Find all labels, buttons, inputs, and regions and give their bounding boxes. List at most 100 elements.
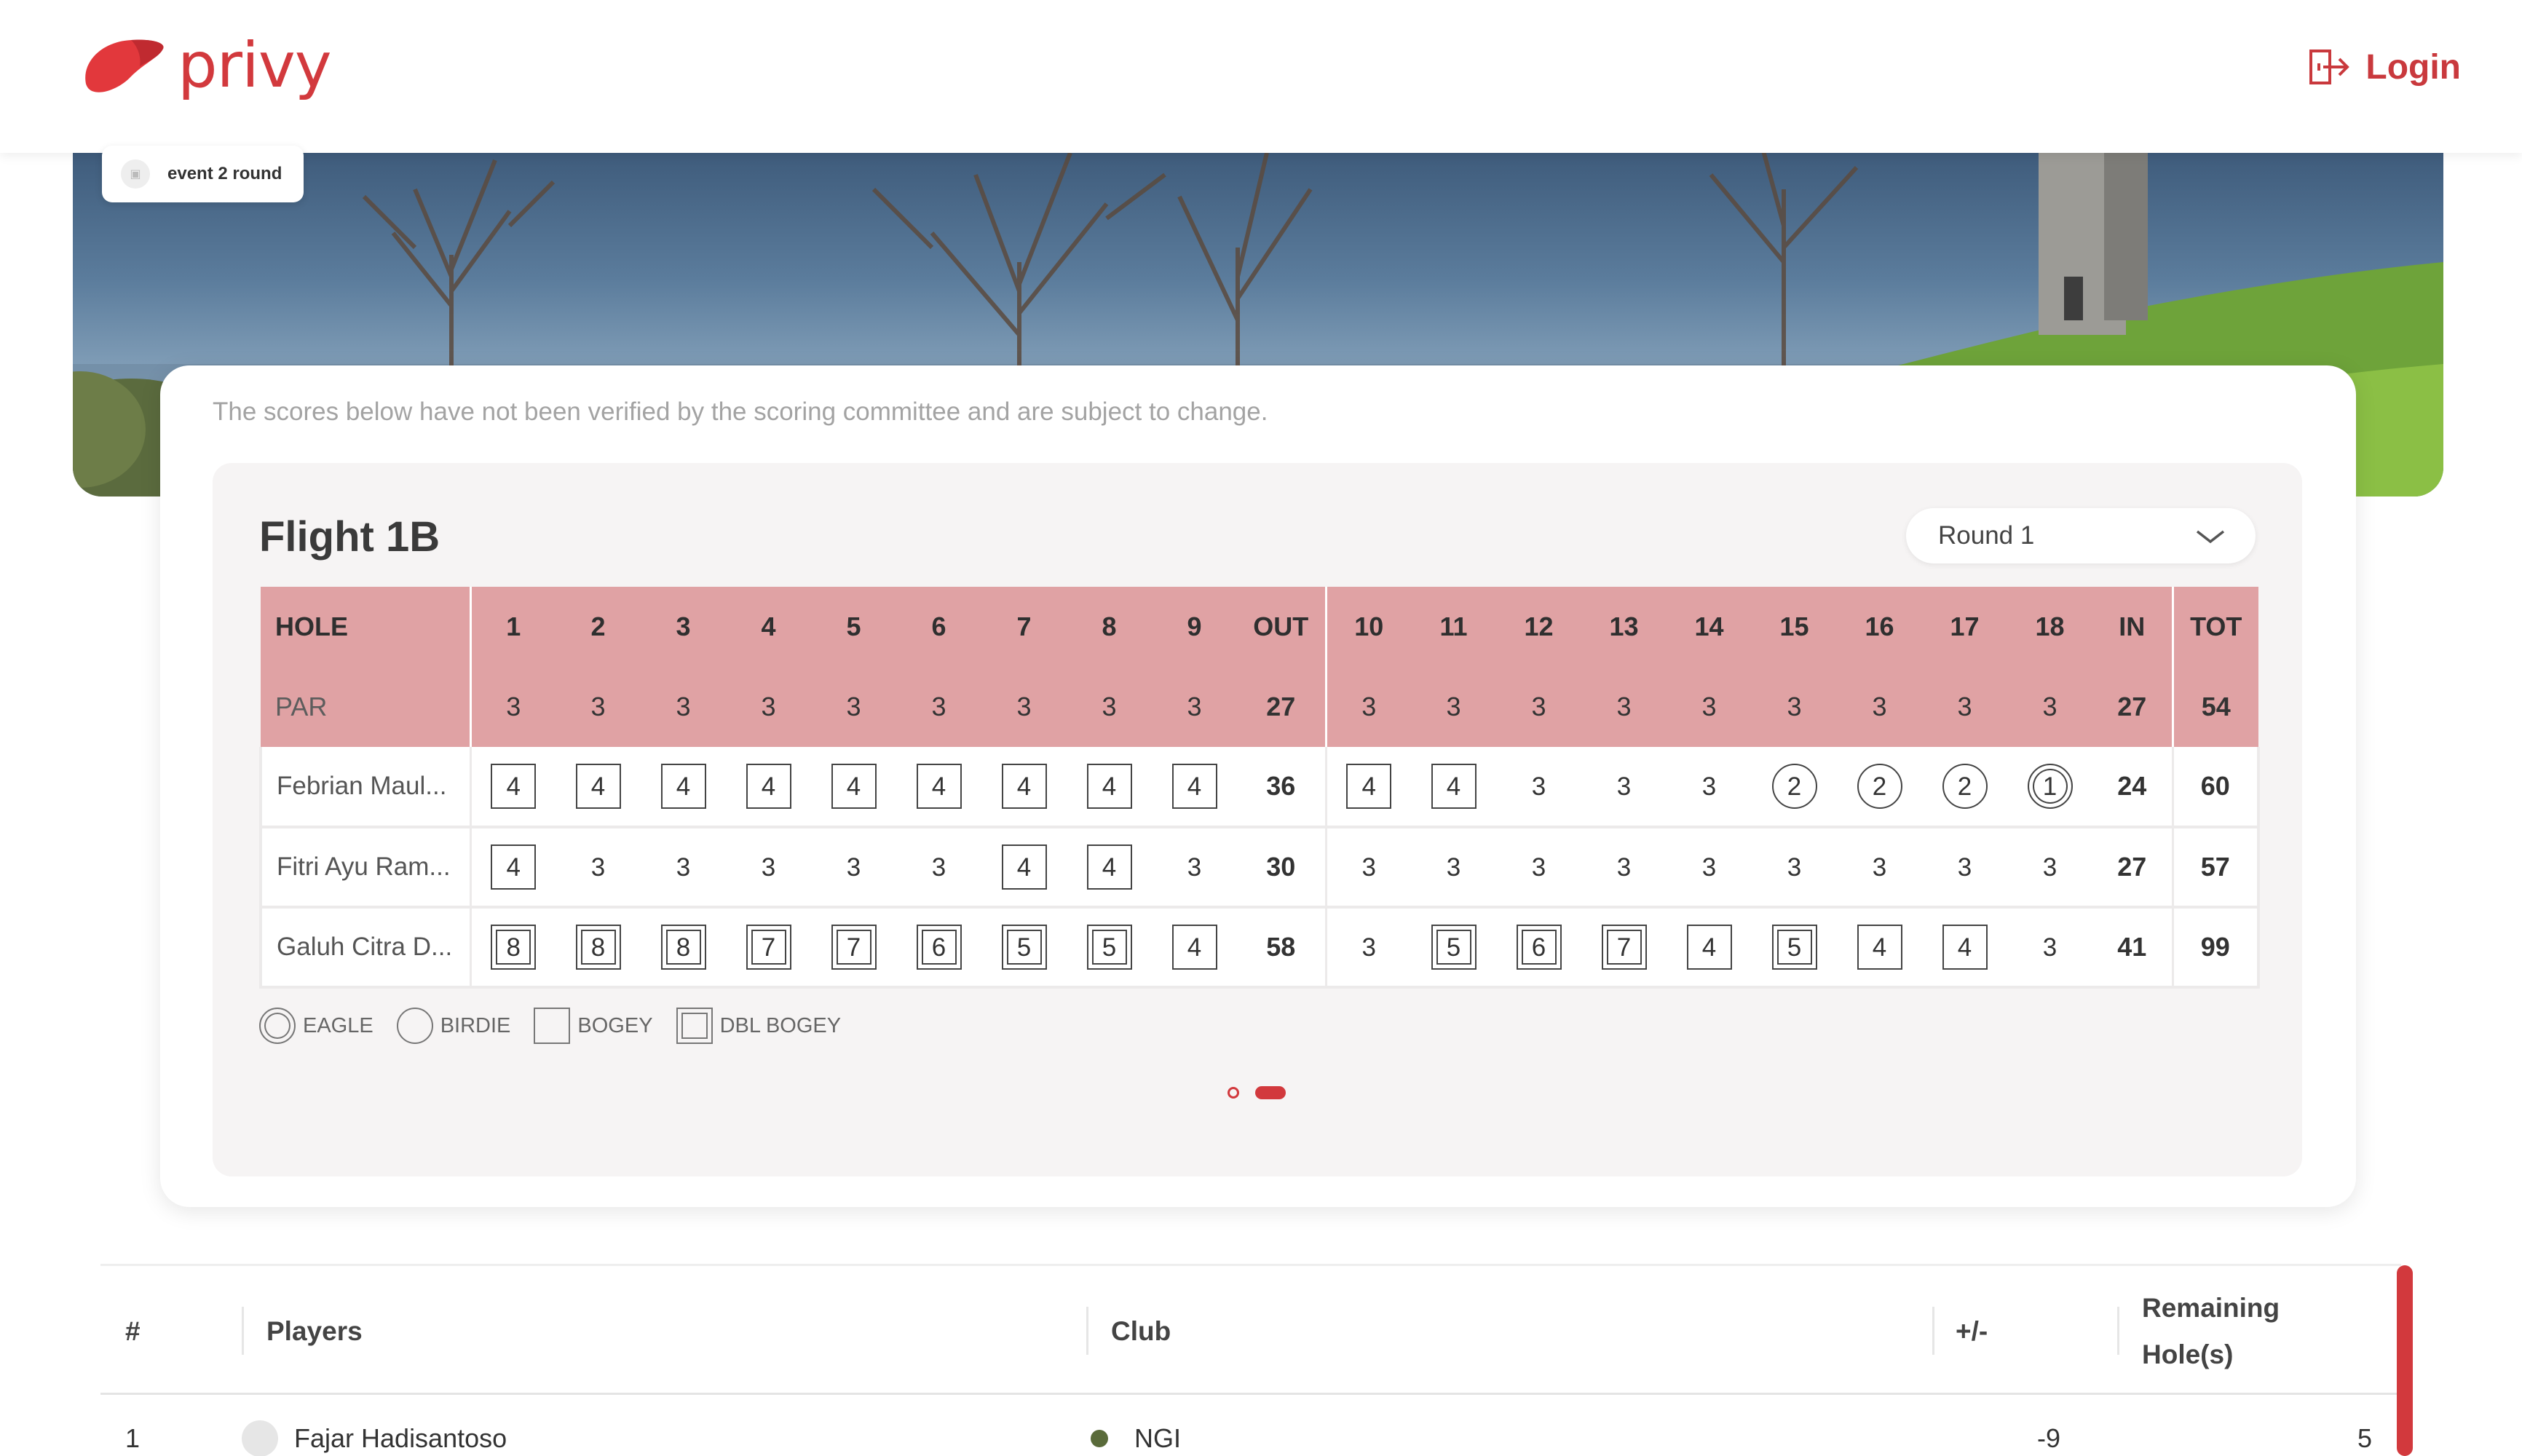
hole-score-cell: 4 [470,827,556,909]
hole-number: 14 [1667,587,1752,667]
col-plusminus[interactable]: +/- [1956,1266,1988,1397]
hole-score-cell: 3 [1326,907,1411,989]
birdie-score: 2 [1771,764,1817,809]
hole-number: 10 [1326,587,1411,667]
scorecard-header-row: HOLE 1 2 3 4 5 6 7 8 9 OUT 10 11 12 13 14 15 16 17 18 IN TOT [261,587,2258,667]
hole-number: 17 [1922,587,2007,667]
total-score: 99 [2173,907,2260,989]
flight-title: Flight 1B [259,513,440,561]
par-value: 3 [1837,667,1922,747]
scorecard-par-row: PAR 3 3 3 3 3 3 3 3 3 27 3 3 3 3 3 3 3 3 3 27 54 [261,667,2258,747]
hole-number: 3 [641,587,726,667]
hole-label: HOLE [261,587,472,667]
login-icon [2309,50,2350,84]
hole-score: 3 [590,852,606,882]
double-bogey-score: 7 [1601,925,1647,970]
par-value: 3 [981,667,1067,747]
hole-number: 11 [1411,587,1496,667]
hole-score: 3 [1446,852,1461,882]
pagination-dot-1[interactable] [1228,1087,1239,1099]
hole-score: 3 [1701,852,1717,882]
hole-score: 3 [1187,852,1202,882]
hole-score-cell: 4 [896,747,981,828]
round-select[interactable]: Round 1 [1906,508,2256,563]
hole-score-cell: 3 [1581,747,1667,828]
par-value: 3 [1752,667,1837,747]
hole-number: 5 [811,587,896,667]
row-plusminus: -9 [2037,1423,2061,1453]
table-row[interactable]: 1 Fajar Hadisantoso NGI -9 5 [100,1417,2401,1456]
legend-double-bogey-label: DBL BOGEY [719,1013,842,1037]
event-chip[interactable]: ▣ event 2 round [102,146,304,202]
legend-eagle-label: EAGLE [303,1013,373,1037]
col-players[interactable]: Players [266,1266,363,1397]
player-name[interactable]: Galuh Citra D... [259,907,472,989]
hole-number: 7 [981,587,1067,667]
column-divider [2117,1307,2119,1355]
hole-number: 18 [2007,587,2092,667]
col-club[interactable]: Club [1111,1266,1171,1397]
pagination-dot-2[interactable] [1255,1086,1286,1099]
double-bogey-score: 5 [1431,925,1477,970]
hole-score-cell: 3 [811,827,896,909]
player-name[interactable]: Febrian Maul... [259,747,472,828]
hole-score-cell: 4 [1067,747,1152,828]
hole-score-cell: 4 [981,827,1067,909]
hole-score: 3 [1531,852,1546,882]
player-score-row: Galuh Citra D... 8 8 8 7 7 6 5 5 4 58 3 5 6 7 4 5 4 4 3 41 99 [259,907,2260,989]
col-remaining-line2: Hole(s) [2142,1340,2234,1369]
hole-score: 3 [761,852,776,882]
bogey-score: 4 [1001,844,1047,890]
leaderboard-table: # Players Club +/- Remaining Hole(s) 1 F… [100,1264,2401,1456]
legend-eagle: EAGLE [259,1008,373,1044]
total-score: 60 [2173,747,2260,828]
hole-score: 3 [2042,933,2057,962]
hole-number: 6 [896,587,981,667]
hole-score: 3 [676,852,691,882]
bogey-score: 4 [1171,764,1217,809]
double-bogey-score: 6 [1516,925,1562,970]
out-total: 58 [1237,907,1327,989]
hole-score-cell: 3 [726,827,811,909]
hole-score: 3 [1361,933,1376,962]
bogey-score: 4 [1346,764,1392,809]
hole-score-cell: 2 [1837,747,1922,828]
double-bogey-score: 6 [916,925,962,970]
privy-logo[interactable]: privy [80,29,332,102]
hole-score-cell: 7 [1581,907,1667,989]
hole-score-cell: 4 [470,747,556,828]
double-bogey-score: 8 [575,925,621,970]
par-value: 3 [1067,667,1152,747]
hole-number: 15 [1752,587,1837,667]
out-total: 30 [1237,827,1327,909]
bogey-score: 4 [1857,925,1902,970]
scrollbar-thumb[interactable] [2397,1265,2413,1456]
col-rank[interactable]: # [125,1266,141,1397]
hole-score-cell: 7 [726,907,811,989]
hole-number: OUT [1237,587,1327,667]
par-value: 3 [1667,667,1752,747]
login-button[interactable]: Login [2309,38,2461,96]
scorecard-table: HOLE 1 2 3 4 5 6 7 8 9 OUT 10 11 12 13 14 15 16 17 18 IN TOT P… [259,587,2260,989]
hole-number: 4 [726,587,811,667]
hole-score-cell: 3 [2007,907,2092,989]
in-total: 27 [2092,827,2174,909]
hole-score-cell: 4 [641,747,726,828]
par-value: 3 [1581,667,1667,747]
row-club-name: NGI [1134,1423,1182,1453]
hole-score-cell: 3 [1326,827,1411,909]
par-value: 3 [896,667,981,747]
hole-number: 2 [556,587,641,667]
double-bogey-score: 7 [831,925,877,970]
hole-score: 3 [1616,772,1632,801]
double-bogey-marker-icon [676,1008,713,1044]
bogey-score: 4 [1942,925,1988,970]
hole-number: 9 [1152,587,1237,667]
hole-score-cell: 3 [2007,827,2092,909]
player-name[interactable]: Fitri Ayu Ram... [259,827,472,909]
par-value: 3 [811,667,896,747]
out-total: 36 [1237,747,1327,828]
hole-score: 3 [1616,852,1632,882]
hole-score-cell: 4 [1411,747,1496,828]
col-remaining-holes[interactable]: Remaining Hole(s) [2142,1266,2280,1397]
